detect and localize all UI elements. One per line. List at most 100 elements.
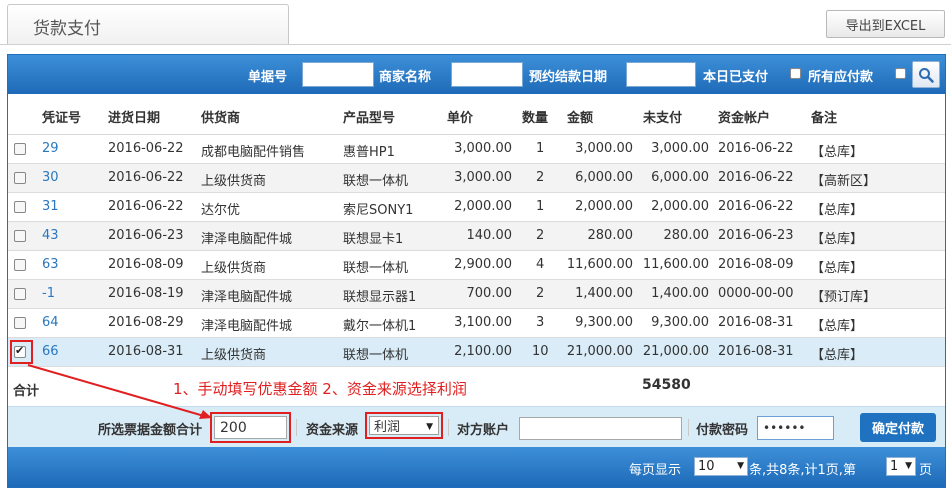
total-label: 合计 xyxy=(13,384,40,399)
table-row[interactable]: 64 2016-08-29 津泽电脑配件城 戴尔一体机1 3,100.00 3 … xyxy=(8,309,945,338)
counter-account-input[interactable] xyxy=(519,417,682,440)
amount-cell: 2,000.00 xyxy=(575,199,633,214)
col-model[interactable]: 产品型号 xyxy=(343,107,395,126)
col-voucher[interactable]: 凭证号 xyxy=(42,107,81,126)
date-cell: 2016-06-23 xyxy=(108,228,184,243)
amount-cell: 280.00 xyxy=(587,228,634,243)
col-supplier[interactable]: 供货商 xyxy=(201,107,240,126)
supplier-cell: 达尔优 xyxy=(201,203,241,218)
row-checkbox[interactable] xyxy=(14,288,26,300)
row-checkbox[interactable] xyxy=(14,259,26,271)
col-account[interactable]: 资金帐户 xyxy=(718,107,770,126)
unpaid-cell: 11,600.00 xyxy=(642,257,709,272)
confirm-payment-button[interactable]: 确定付款 xyxy=(860,413,936,442)
row-checkbox[interactable] xyxy=(14,172,26,184)
search-button[interactable] xyxy=(912,61,940,88)
amount-cell: 3,000.00 xyxy=(575,141,633,156)
table-row[interactable]: -1 2016-08-19 津泽电脑配件城 联想显示器1 700.00 2 1,… xyxy=(8,280,945,309)
date-cell: 2016-08-09 xyxy=(108,257,184,272)
price-cell: 140.00 xyxy=(466,228,513,243)
row-checkbox-checked[interactable] xyxy=(14,344,26,358)
amount-cell: 1,400.00 xyxy=(575,286,633,301)
voucher-link[interactable]: 63 xyxy=(42,257,59,272)
instruction-annotation: 1、手动填写优惠金额 2、资金来源选择利润 xyxy=(173,380,467,398)
amount-cell: 6,000.00 xyxy=(575,170,633,185)
col-amount[interactable]: 金额 xyxy=(567,107,593,126)
page-tab[interactable]: 货款支付 xyxy=(7,4,289,44)
account-cell: 0000-00-00 xyxy=(718,286,794,301)
model-cell: 联想一体机 xyxy=(343,348,409,363)
qty-cell: 2 xyxy=(536,286,545,301)
row-checkbox[interactable] xyxy=(14,201,26,213)
note-cell: 【总库】 xyxy=(811,232,864,247)
qty-cell: 2 xyxy=(536,170,545,185)
page-select[interactable]: 1 ▼ xyxy=(886,457,916,476)
doc-no-input[interactable] xyxy=(302,62,374,87)
filter-bar: 单据号 商家名称 预约结款日期 本日已支付 所有应付款 xyxy=(8,55,945,94)
supplier-cell: 上级供货商 xyxy=(201,348,267,363)
voucher-link[interactable]: 31 xyxy=(42,199,59,214)
table-row[interactable]: 29 2016-06-22 成都电脑配件销售 惠普HP1 3,000.00 1 … xyxy=(8,135,945,164)
per-page-select[interactable]: 10 ▼ xyxy=(694,457,748,476)
export-excel-button[interactable]: 导出到EXCEL xyxy=(826,10,945,38)
amount-cell: 11,600.00 xyxy=(566,257,633,272)
settle-date-label: 预约结款日期 xyxy=(529,70,608,85)
note-cell: 【预订库】 xyxy=(811,290,877,305)
note-cell: 【总库】 xyxy=(811,348,864,363)
payment-bar: 所选票据金额合计 200 资金来源 利润 ▼ 对方账户 付款密码 •••••• … xyxy=(8,406,945,447)
table-row[interactable]: 43 2016-06-23 津泽电脑配件城 联想显卡1 140.00 2 280… xyxy=(8,222,945,251)
voucher-link[interactable]: 29 xyxy=(42,141,59,156)
all-payable-checkbox[interactable] xyxy=(895,68,906,79)
row-checkbox[interactable] xyxy=(14,230,26,242)
account-cell: 2016-06-23 xyxy=(718,228,794,243)
date-cell: 2016-06-22 xyxy=(108,141,184,156)
qty-cell: 1 xyxy=(536,199,545,214)
col-qty[interactable]: 数量 xyxy=(522,107,548,126)
per-page-value: 10 xyxy=(698,459,715,474)
paid-today-checkbox[interactable] xyxy=(790,68,801,79)
col-price[interactable]: 单价 xyxy=(447,107,473,126)
table-row[interactable]: 30 2016-06-22 上级供货商 联想一体机 3,000.00 2 6,0… xyxy=(8,164,945,193)
discount-amount-input[interactable]: 200 xyxy=(214,416,287,439)
qty-cell: 1 xyxy=(536,141,545,156)
model-cell: 惠普HP1 xyxy=(343,145,395,160)
unpaid-cell: 3,000.00 xyxy=(651,141,709,156)
row-checkbox[interactable] xyxy=(14,143,26,155)
voucher-link[interactable]: 30 xyxy=(42,170,59,185)
dropdown-arrow-icon: ▼ xyxy=(426,422,433,432)
col-date[interactable]: 进货日期 xyxy=(108,107,160,126)
voucher-link[interactable]: 43 xyxy=(42,228,59,243)
vendor-input[interactable] xyxy=(451,62,523,87)
table-header: 凭证号 进货日期 供货商 产品型号 单价 数量 金额 未支付 资金帐户 备注 xyxy=(8,95,945,135)
note-cell: 【高新区】 xyxy=(811,174,877,189)
voucher-link[interactable]: 66 xyxy=(42,344,59,359)
voucher-link[interactable]: -1 xyxy=(42,286,55,301)
fund-source-value: 利润 xyxy=(374,420,401,435)
col-unpaid[interactable]: 未支付 xyxy=(643,107,682,126)
unpaid-cell: 9,300.00 xyxy=(651,315,709,330)
search-icon xyxy=(919,67,934,83)
settle-date-input[interactable] xyxy=(626,62,696,87)
col-note[interactable]: 备注 xyxy=(811,107,837,126)
unpaid-cell: 2,000.00 xyxy=(651,199,709,214)
table-row-selected[interactable]: 66 2016-08-31 上级供货商 联想一体机 2,100.00 10 21… xyxy=(8,338,945,367)
row-checkbox[interactable] xyxy=(14,317,26,329)
counter-account-label: 对方账户 xyxy=(457,423,510,438)
model-cell: 联想一体机 xyxy=(343,261,409,276)
amount-cell: 21,000.00 xyxy=(566,344,633,359)
per-page-label: 每页显示 xyxy=(629,463,682,478)
account-cell: 2016-08-31 xyxy=(718,344,794,359)
model-cell: 戴尔一体机1 xyxy=(343,319,417,334)
price-cell: 2,900.00 xyxy=(454,257,512,272)
all-payable-label: 所有应付款 xyxy=(808,70,874,85)
fund-source-select[interactable]: 利润 ▼ xyxy=(369,416,439,435)
vendor-label: 商家名称 xyxy=(379,70,432,85)
account-cell: 2016-08-31 xyxy=(718,315,794,330)
separator xyxy=(296,419,297,436)
voucher-link[interactable]: 64 xyxy=(42,315,59,330)
model-cell: 联想一体机 xyxy=(343,174,409,189)
table-row[interactable]: 63 2016-08-09 上级供货商 联想一体机 2,900.00 4 11,… xyxy=(8,251,945,280)
price-cell: 3,000.00 xyxy=(454,141,512,156)
table-row[interactable]: 31 2016-06-22 达尔优 索尼SONY1 2,000.00 1 2,0… xyxy=(8,193,945,222)
pay-password-input[interactable]: •••••• xyxy=(757,416,834,440)
